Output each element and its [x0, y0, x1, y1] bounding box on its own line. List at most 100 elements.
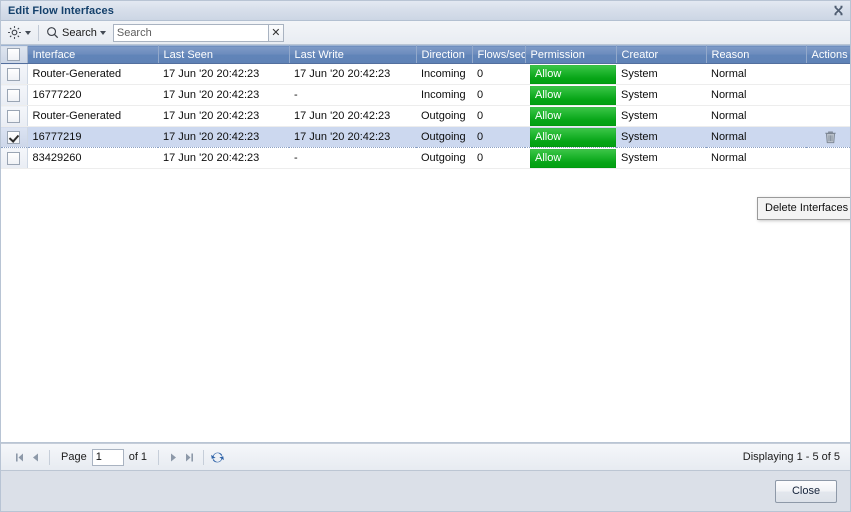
select-all-checkbox[interactable] [7, 48, 21, 61]
cell-actions [806, 126, 850, 148]
row-checkbox[interactable] [7, 88, 21, 102]
cell-reason: Normal [706, 63, 806, 85]
select-all-header[interactable] [1, 45, 28, 64]
pager-divider [203, 449, 205, 465]
permission-badge: Allow [530, 127, 616, 147]
interfaces-grid: Interface Last Seen Last Write Direction… [1, 45, 850, 443]
close-icon[interactable] [830, 3, 846, 19]
cell-last-seen: 17 Jun '20 20:42:23 [158, 63, 289, 85]
cell-flows-sec: 0 [472, 126, 525, 148]
cell-actions [806, 105, 850, 127]
page-number-input[interactable] [91, 448, 124, 466]
cell-reason: Normal [706, 126, 806, 148]
table-row[interactable]: Router-Generated 17 Jun '20 20:42:23 17 … [1, 63, 850, 85]
toolbar-divider [38, 24, 39, 41]
cell-last-write: - [289, 84, 416, 106]
chevron-down-icon [99, 30, 106, 35]
permission-badge: Allow [530, 64, 616, 84]
permission-badge: Allow [530, 85, 616, 105]
clear-search-button[interactable]: ✕ [267, 23, 284, 42]
cell-interface: 16777219 [27, 126, 158, 148]
previous-page-icon[interactable] [27, 449, 43, 465]
cell-direction: Outgoing [416, 147, 472, 169]
cell-flows-sec: 0 [472, 84, 525, 106]
gear-icon [7, 25, 22, 40]
page-label: Page [61, 451, 87, 463]
cell-interface: Router-Generated [27, 63, 158, 85]
row-select-cell[interactable] [1, 105, 28, 127]
row-checkbox[interactable] [7, 67, 21, 81]
column-header-actions[interactable]: Actions [806, 45, 850, 64]
cell-last-seen: 17 Jun '20 20:42:23 [158, 105, 289, 127]
last-page-icon[interactable] [181, 449, 197, 465]
edit-flow-interfaces-dialog: Edit Flow Interfaces Search Search ✕ Int… [0, 0, 851, 512]
column-header-flows-sec[interactable]: Flows/sec [472, 45, 526, 64]
cell-direction: Outgoing [416, 105, 472, 127]
chevron-down-icon [25, 30, 31, 35]
cell-last-write: 17 Jun '20 20:42:23 [289, 63, 416, 85]
cell-last-write: 17 Jun '20 20:42:23 [289, 126, 416, 148]
pager-display-text: Displaying 1 - 5 of 5 [742, 451, 840, 463]
column-header-direction[interactable]: Direction [416, 45, 473, 64]
row-checkbox[interactable] [7, 151, 21, 165]
cell-last-write: - [289, 147, 416, 169]
row-checkbox[interactable] [7, 130, 21, 144]
next-page-icon[interactable] [165, 449, 181, 465]
cell-interface: 83429260 [27, 147, 158, 169]
search-menu-button[interactable]: Search [43, 23, 109, 43]
table-row[interactable]: 16777219 17 Jun '20 20:42:23 17 Jun '20 … [1, 126, 850, 148]
search-input[interactable] [112, 23, 268, 42]
cell-direction: Outgoing [416, 126, 472, 148]
page-count-label: of 1 [128, 451, 148, 463]
refresh-icon[interactable] [210, 450, 225, 465]
search-toolbar: Search ✕ [1, 21, 850, 45]
cell-permission: Allow [525, 84, 616, 106]
delete-interfaces-tooltip: Delete Interfaces [757, 197, 850, 220]
cell-permission: Allow [525, 126, 616, 148]
cell-flows-sec: 0 [472, 147, 525, 169]
column-header-permission[interactable]: Permission [525, 45, 617, 64]
row-select-cell[interactable] [1, 63, 28, 85]
settings-menu-button[interactable] [4, 23, 34, 43]
row-select-cell[interactable] [1, 126, 28, 148]
table-row[interactable]: Router-Generated 17 Jun '20 20:42:23 17 … [1, 105, 850, 127]
pager-divider [158, 449, 160, 465]
grid-pager: Page of 1 Displaying 1 - 5 of 5 [1, 443, 850, 471]
cell-last-seen: 17 Jun '20 20:42:23 [158, 84, 289, 106]
cell-flows-sec: 0 [472, 105, 525, 127]
pager-divider [49, 449, 50, 465]
cell-permission: Allow [525, 63, 616, 85]
cell-actions [806, 147, 850, 169]
cell-creator: System [616, 147, 706, 169]
cell-creator: System [616, 63, 706, 85]
column-header-interface[interactable]: Interface [27, 45, 159, 64]
column-header-reason[interactable]: Reason [706, 45, 807, 64]
dialog-title: Edit Flow Interfaces [8, 4, 114, 17]
permission-badge: Allow [530, 148, 616, 168]
first-page-icon[interactable] [11, 449, 27, 465]
cell-flows-sec: 0 [472, 63, 525, 85]
cell-reason: Normal [706, 147, 806, 169]
cell-direction: Incoming [416, 84, 472, 106]
search-icon [46, 26, 59, 39]
dialog-titlebar: Edit Flow Interfaces [1, 1, 850, 21]
column-header-creator[interactable]: Creator [616, 45, 707, 64]
cell-last-seen: 17 Jun '20 20:42:23 [158, 147, 289, 169]
column-header-last-write[interactable]: Last Write [289, 45, 417, 64]
permission-badge: Allow [530, 106, 616, 126]
dialog-footer: Close [1, 471, 850, 511]
cell-actions [806, 63, 850, 85]
trash-icon[interactable] [824, 130, 837, 144]
cell-last-write: 17 Jun '20 20:42:23 [289, 105, 416, 127]
cell-direction: Incoming [416, 63, 472, 85]
cell-permission: Allow [525, 147, 616, 169]
column-header-last-seen[interactable]: Last Seen [158, 45, 290, 64]
row-select-cell[interactable] [1, 84, 28, 106]
table-row[interactable]: 83429260 17 Jun '20 20:42:23 - Outgoing … [1, 147, 850, 169]
close-button[interactable]: Close [775, 479, 837, 503]
table-row[interactable]: 16777220 17 Jun '20 20:42:23 - Incoming … [1, 84, 850, 106]
cell-permission: Allow [525, 105, 616, 127]
cell-reason: Normal [706, 105, 806, 127]
row-checkbox[interactable] [7, 109, 21, 123]
row-select-cell[interactable] [1, 147, 28, 169]
